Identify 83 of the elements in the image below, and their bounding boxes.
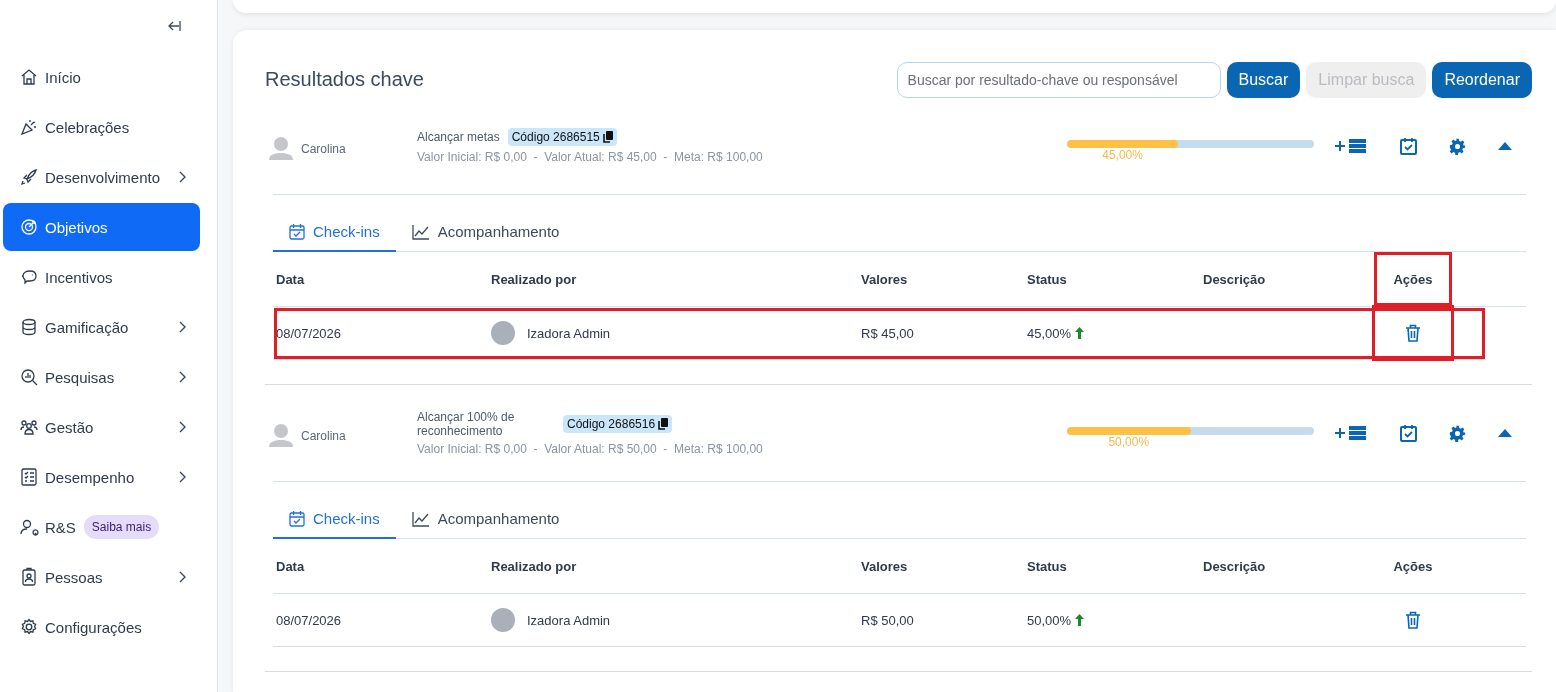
sidebar-item[interactable]: Desenvolvimento (3, 153, 200, 201)
tab[interactable]: Acompanhamento (395, 215, 576, 252)
search-field[interactable]: Buscar por resultado-chave ou responsável (896, 62, 1221, 98)
column-header: Valores (860, 270, 909, 289)
tab[interactable]: Acompanhamento (395, 502, 576, 539)
table-cell: Izadora Admin (527, 612, 611, 628)
column-header: Data (275, 557, 306, 576)
column-header: Status (1026, 557, 1068, 576)
avatar-icon (269, 423, 293, 449)
calendar-check-icon[interactable] (1400, 137, 1417, 155)
sidebar-item[interactable]: Pesquisas (3, 353, 200, 401)
calendar-check-icon[interactable] (1400, 424, 1417, 442)
column-header: Descrição (1202, 557, 1267, 576)
sidebar-item[interactable]: Início (3, 53, 200, 101)
owner-name: Carolina (301, 429, 346, 443)
line-chart-icon (411, 223, 430, 240)
calendar-check-icon (289, 510, 305, 527)
sidebar-item[interactable]: Desempenho (3, 453, 200, 501)
column-header: Realizado por (490, 270, 578, 289)
table-cell: 08/07/2026 (276, 612, 342, 628)
delete-icon[interactable] (1405, 324, 1421, 342)
coins-icon (19, 317, 39, 337)
section-title: Resultados chave (265, 67, 424, 91)
table-cell: 08/07/2026 (276, 325, 342, 341)
checklist-icon (19, 467, 39, 487)
table-cell: Izadora Admin (527, 325, 611, 341)
table-cell: 45,00% (1027, 325, 1072, 341)
code-tag[interactable]: Código 2686516 (563, 415, 673, 433)
user-avatar (491, 321, 515, 345)
person-search-icon (19, 517, 39, 537)
collapse-sidebar-icon[interactable] (167, 20, 181, 32)
sidebar-item[interactable]: Gestão (3, 403, 200, 451)
sidebar-item[interactable]: Celebrações (3, 103, 200, 151)
column-header: Realizado por (490, 557, 578, 576)
table-cell: R$ 50,00 (861, 612, 914, 628)
key-result-title: Alcançar 100% de reconhecimento (417, 410, 516, 438)
values-summary: Valor Inicial: R$ 0,00 - Valor Atual: R$ 50,00 - Meta: R$ 100,00 (417, 442, 764, 456)
values-summary: Valor Inicial: R$ 0,00 - Valor Atual: R$ 45,00 - Meta: R$ 100,00 (417, 150, 764, 164)
action-button[interactable]: Buscar (1226, 62, 1301, 98)
code-tag[interactable]: Código 2686515 (507, 128, 617, 146)
caret-up-icon[interactable] (1498, 429, 1512, 437)
delete-icon[interactable] (1405, 611, 1421, 629)
copy-icon[interactable] (658, 418, 669, 430)
settings-icon[interactable] (1449, 137, 1466, 155)
line-chart-icon (411, 510, 430, 527)
add-list-icon[interactable] (1334, 425, 1368, 441)
sidebar-item[interactable]: Configurações (3, 603, 200, 651)
settings-icon (19, 617, 39, 637)
tab[interactable]: Check-ins (273, 215, 396, 252)
column-header: Ações (1374, 252, 1452, 306)
table-cell: 50,00% (1027, 612, 1072, 628)
calendar-check-icon (289, 223, 305, 240)
key-result-title: Alcançar metas (417, 130, 500, 144)
column-header: Ações (1392, 557, 1434, 576)
info-badge[interactable]: Saiba mais (83, 515, 160, 539)
avatar-icon (269, 136, 293, 162)
column-header: Descrição (1202, 270, 1267, 289)
progress-percent: 45,00% (1102, 148, 1143, 162)
owner-name: Carolina (301, 142, 346, 156)
action-button[interactable]: Reordenar (1432, 62, 1532, 98)
table-cell: R$ 45,00 (861, 325, 914, 341)
sidebar-item[interactable]: Objetivos (3, 203, 200, 251)
column-header: Valores (860, 557, 909, 576)
sidebar-item[interactable]: Pessoas (3, 553, 200, 601)
column-header: Data (275, 270, 306, 289)
sidebar-item[interactable]: Incentivos (3, 253, 200, 301)
column-header: Status (1026, 270, 1068, 289)
rocket-icon (19, 167, 39, 187)
badge-icon (19, 567, 39, 587)
search-chart-icon (19, 367, 39, 387)
tab[interactable]: Check-ins (273, 502, 396, 539)
target-icon (19, 217, 39, 237)
party-popper-icon (19, 117, 39, 137)
copy-icon[interactable] (602, 131, 613, 143)
home-icon (19, 67, 39, 87)
user-avatar (491, 608, 515, 632)
progress-percent: 50,00% (1108, 435, 1150, 449)
sidebar-item[interactable]: Gamificação (3, 303, 200, 351)
settings-icon[interactable] (1449, 424, 1466, 442)
add-list-icon[interactable] (1334, 138, 1368, 154)
caret-up-icon[interactable] (1498, 142, 1512, 150)
people-icon (19, 417, 39, 437)
sidebar-item[interactable]: R&S Saiba mais (3, 503, 200, 551)
